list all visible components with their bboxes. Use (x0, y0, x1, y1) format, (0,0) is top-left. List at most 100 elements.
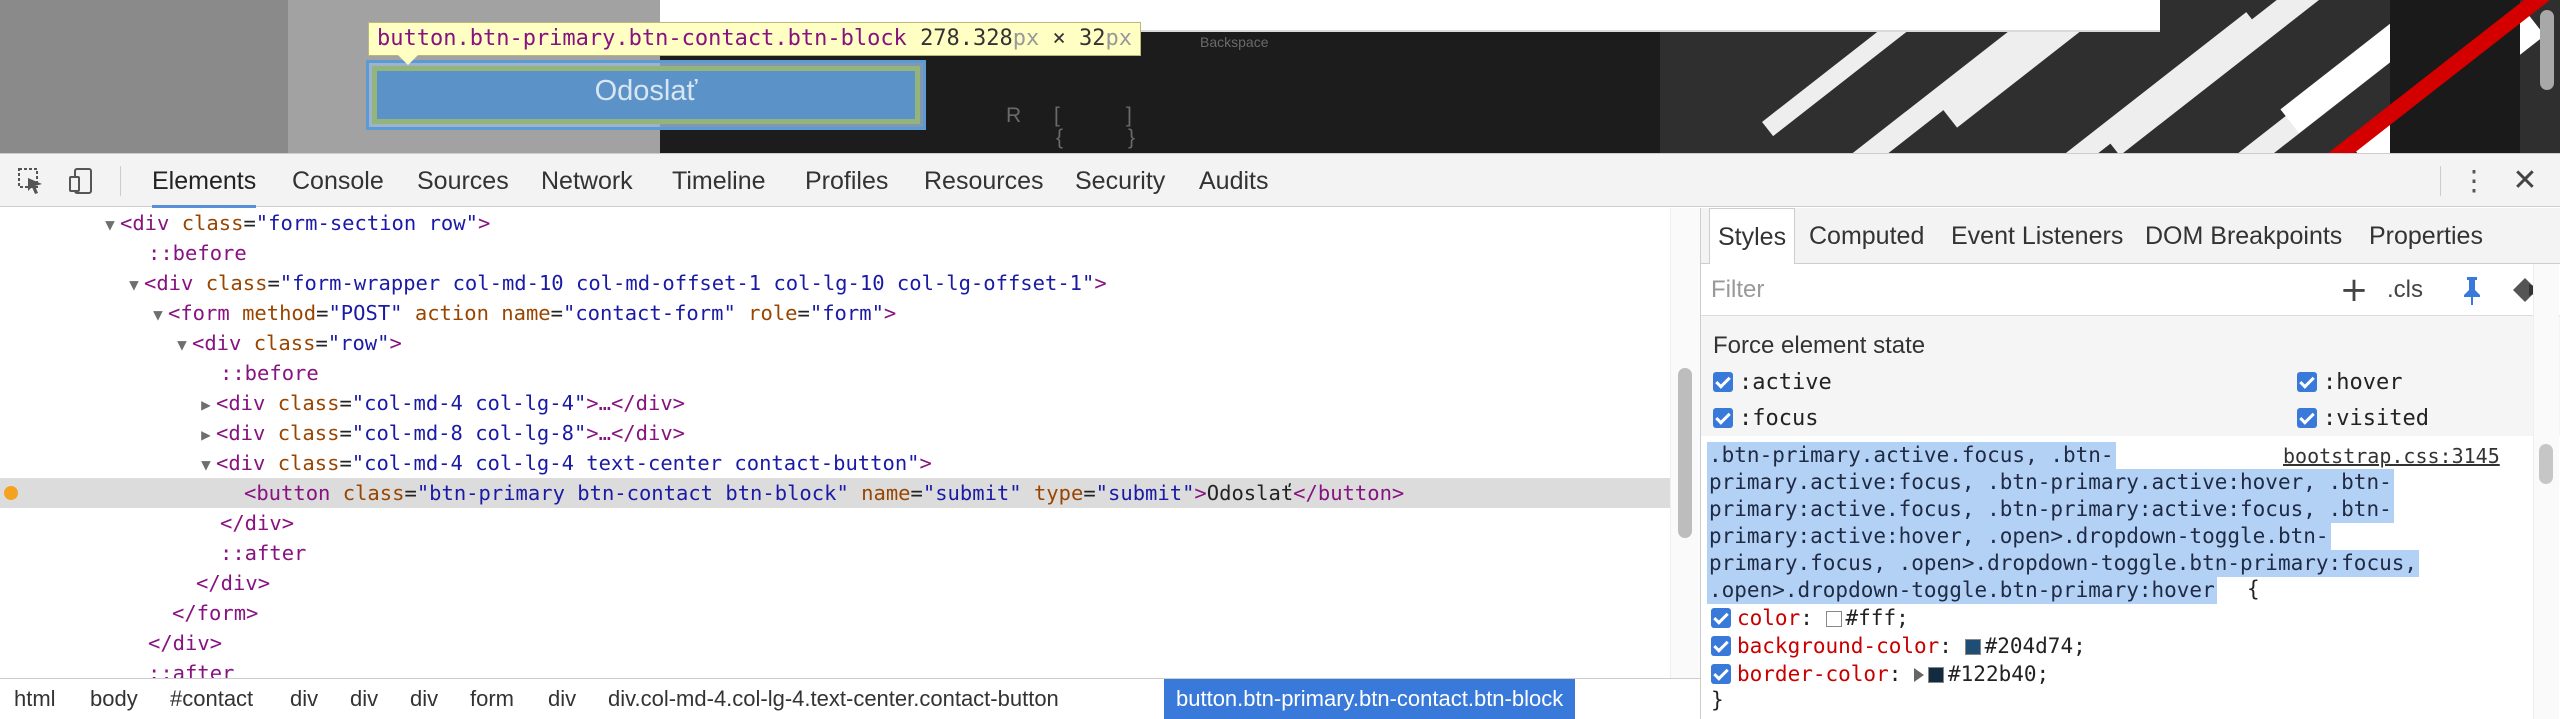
breadcrumb-item-active[interactable]: button.btn-primary.btn-contact.btn-block (1164, 679, 1576, 719)
dom-node[interactable]: ▶ <div class="col-md-4 col-lg-4">…</div> (0, 388, 1670, 418)
breadcrumb-item[interactable]: div (350, 679, 378, 719)
class-toggle-button[interactable]: .cls (2387, 270, 2437, 310)
inspect-element-icon[interactable] (16, 166, 46, 196)
state-focus-checkbox[interactable]: :focus (1713, 404, 1818, 436)
expand-shorthand-icon[interactable] (1914, 668, 1925, 682)
dom-node[interactable]: ▶ <div class="col-md-8 col-lg-8">…</div> (0, 418, 1670, 448)
tab-profiles[interactable]: Profiles (805, 154, 888, 208)
elements-dom-tree: ▼ <div class="form-section row"> ::before… (0, 208, 1700, 678)
css-declaration[interactable]: color: #fff; (1711, 604, 1909, 632)
breadcrumb-item[interactable]: div.col-md-4.col-lg-4.text-center.contac… (608, 679, 1059, 719)
breadcrumb-item[interactable]: div (290, 679, 318, 719)
selector-line[interactable]: primary.focus, .open>.dropdown-toggle.bt… (1707, 550, 2420, 577)
collapse-triangle-icon[interactable]: ▼ (100, 210, 120, 240)
rule-close-brace: } (1711, 688, 1724, 712)
dom-pseudo-element[interactable]: ::before (0, 238, 1670, 268)
page-left-background (0, 0, 288, 153)
dom-node[interactable]: ▼ <div class="form-wrapper col-md-10 col-… (0, 268, 1670, 298)
checkbox-checked-icon[interactable] (1711, 608, 1731, 628)
tab-event-listeners[interactable]: Event Listeners (1951, 208, 2123, 264)
tab-dom-breakpoints[interactable]: DOM Breakpoints (2145, 208, 2342, 264)
devtools-toolbar: Elements Console Sources Network Timelin… (0, 153, 2560, 208)
css-declaration[interactable]: border-color: #122b40; (1711, 660, 2049, 688)
selector-line[interactable]: primary.active:focus, .btn-primary.activ… (1707, 469, 2394, 496)
checkbox-checked-icon[interactable] (2297, 408, 2317, 428)
css-declaration[interactable]: background-color: #204d74; (1711, 632, 2086, 660)
submit-button[interactable]: Odoslať (366, 75, 926, 108)
breadcrumb-item[interactable]: #contact (170, 679, 253, 719)
css-rule: .btn-primary.active.focus, .btn- primary… (1701, 436, 2560, 719)
selector-line[interactable]: .open>.dropdown-toggle.btn-primary:hover (1707, 577, 2217, 604)
dom-node-close[interactable]: </div> (0, 568, 1670, 598)
tab-network[interactable]: Network (541, 154, 633, 208)
color-swatch[interactable] (1825, 611, 1842, 627)
force-state-title: Force element state (1713, 332, 1926, 359)
breadcrumb-item[interactable]: body (90, 679, 138, 719)
collapse-triangle-icon[interactable]: ▼ (148, 300, 168, 330)
dom-pseudo-element[interactable]: ::before (0, 358, 1670, 388)
collapse-triangle-icon[interactable]: ▼ (124, 270, 144, 300)
state-visited-checkbox[interactable]: :visited (2297, 404, 2429, 436)
tab-sources[interactable]: Sources (417, 154, 509, 208)
dom-node-close[interactable]: </form> (0, 598, 1670, 628)
tab-timeline[interactable]: Timeline (672, 154, 766, 208)
tooltip-height-unit: px (1105, 26, 1133, 51)
breadcrumb-item[interactable]: div (410, 679, 438, 719)
selector-line[interactable]: primary:active.focus, .btn-primary:activ… (1707, 496, 2394, 523)
close-devtools-icon[interactable]: ✕ (2508, 164, 2542, 198)
styles-scroll-thumb[interactable] (2539, 444, 2553, 484)
selector-line[interactable]: primary:active:hover, .open>.dropdown-to… (1707, 523, 2331, 550)
new-style-rule-button[interactable]: + (2339, 270, 2369, 310)
styles-scrollbar[interactable] (2533, 264, 2559, 719)
tooltip-width: 278.328 (920, 26, 1013, 51)
dom-node[interactable]: ▼ <div class="row"> (0, 328, 1670, 358)
checkbox-checked-icon[interactable] (1711, 664, 1731, 684)
rule-source-link[interactable]: bootstrap.css:3145 (2283, 444, 2500, 468)
dom-pseudo-element[interactable]: ::after (0, 538, 1670, 568)
dom-pseudo-element[interactable]: ::after (0, 658, 1670, 678)
styles-filter-bar: + .cls (1701, 264, 2560, 316)
dom-node[interactable]: ▼ <div class="form-section row"> (0, 208, 1670, 238)
expand-triangle-icon[interactable]: ▶ (196, 420, 216, 450)
dom-node[interactable]: ▼ <div class="col-md-4 col-lg-4 text-cent… (0, 448, 1670, 478)
toolbar-separator (120, 166, 121, 196)
force-element-state: Force element state :active :hover :focu… (1701, 316, 2560, 436)
tab-console[interactable]: Console (292, 154, 384, 208)
more-options-icon[interactable]: ⋮ (2460, 164, 2488, 198)
breakpoint-dot-icon (4, 486, 18, 500)
device-mode-icon[interactable] (66, 166, 96, 196)
elements-scroll-thumb[interactable] (1678, 368, 1692, 538)
collapse-triangle-icon[interactable]: ▼ (172, 330, 192, 360)
state-active-checkbox[interactable]: :active (1713, 368, 1832, 400)
dom-node-selected[interactable]: <button class="btn-primary btn-contact b… (0, 478, 1670, 508)
tab-security[interactable]: Security (1075, 154, 1165, 208)
dom-node-close[interactable]: </div> (0, 508, 1670, 538)
color-swatch[interactable] (1928, 667, 1945, 683)
collapse-triangle-icon[interactable]: ▼ (196, 450, 216, 480)
dom-node[interactable]: ▼ <form method="POST" action name="contac… (0, 298, 1670, 328)
expand-triangle-icon[interactable]: ▶ (196, 390, 216, 420)
selector-line[interactable]: .btn-primary.active.focus, .btn- (1707, 442, 2116, 469)
breadcrumb-item[interactable]: form (470, 679, 514, 719)
checkbox-checked-icon[interactable] (2297, 372, 2317, 392)
tooltip-arrow (398, 55, 418, 65)
breadcrumb-item[interactable]: div (548, 679, 576, 719)
tab-styles[interactable]: Styles (1709, 208, 1796, 265)
force-state-pin-icon[interactable] (2457, 274, 2487, 306)
tab-computed[interactable]: Computed (1809, 208, 1924, 264)
checkbox-checked-icon[interactable] (1713, 408, 1733, 428)
checkbox-checked-icon[interactable] (1711, 636, 1731, 656)
checkbox-checked-icon[interactable] (1713, 372, 1733, 392)
tab-resources[interactable]: Resources (924, 154, 1044, 208)
tab-elements[interactable]: Elements (152, 154, 257, 208)
tab-properties[interactable]: Properties (2369, 208, 2483, 264)
color-swatch[interactable] (1964, 639, 1981, 655)
dom-node-close[interactable]: </div> (0, 628, 1670, 658)
keyboard-key: Backspace (1200, 34, 1269, 50)
keyboard-key: R (1006, 104, 1022, 127)
tab-audits[interactable]: Audits (1199, 154, 1268, 208)
breadcrumb-item[interactable]: html (14, 679, 56, 719)
page-scroll-thumb[interactable] (2540, 10, 2554, 90)
styles-filter-input[interactable] (1711, 272, 2311, 308)
state-hover-checkbox[interactable]: :hover (2297, 368, 2402, 400)
